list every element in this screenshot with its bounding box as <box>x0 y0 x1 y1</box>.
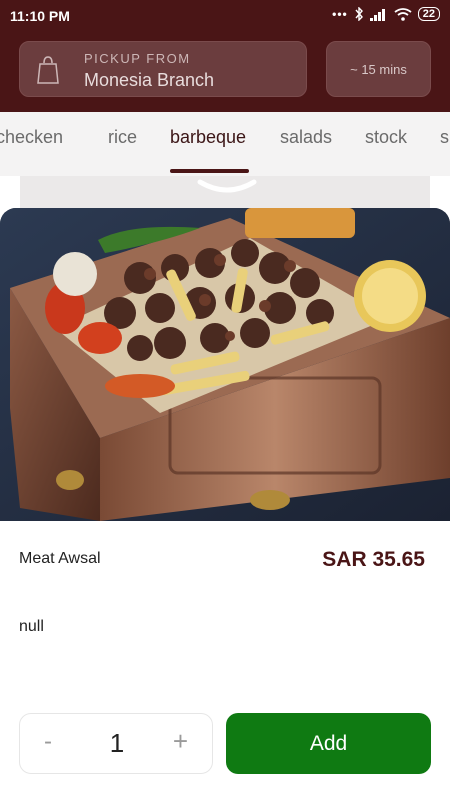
wifi-icon <box>394 7 412 21</box>
tab-rice[interactable]: rice <box>108 127 137 148</box>
status-icons: ••• 22 <box>332 7 440 21</box>
header: 11:10 PM ••• 22 PICKUP FROM Monesia Bran… <box>0 0 450 112</box>
tab-partial[interactable]: s <box>440 127 449 148</box>
active-tab-indicator <box>170 169 249 173</box>
chevron-down-icon[interactable] <box>196 178 258 196</box>
add-button-label: Add <box>309 731 348 755</box>
status-bar: 11:10 PM ••• 22 <box>0 0 450 32</box>
signal-icon <box>369 8 385 21</box>
item-name: Meat Awsal <box>19 550 101 567</box>
tab-stock[interactable]: stock <box>365 127 407 148</box>
tab-barbeque[interactable]: barbeque <box>170 127 246 148</box>
category-tabs: checken rice barbeque salads stock s <box>0 112 450 176</box>
eta-text: ~ 15 mins <box>350 61 407 77</box>
shopping-bag-icon <box>37 56 59 84</box>
branch-name: Monesia Branch <box>84 70 215 90</box>
bluetooth-icon <box>355 7 363 21</box>
pickup-branch-selector[interactable]: PICKUP FROM Monesia Branch <box>19 41 307 97</box>
product-image <box>0 208 450 521</box>
tab-salads[interactable]: salads <box>280 127 332 148</box>
item-description: null <box>19 618 44 635</box>
status-time: 11:10 PM <box>10 8 70 24</box>
eta-selector[interactable]: ~ 15 mins <box>326 41 431 97</box>
pickup-label: PICKUP FROM <box>84 51 191 66</box>
increment-button[interactable]: + <box>173 726 188 757</box>
battery-icon: 22 <box>417 7 440 21</box>
add-button[interactable]: Add <box>226 713 431 774</box>
quantity-stepper: - 1 + <box>19 713 213 774</box>
item-price: SAR 35.65 <box>322 548 425 571</box>
notification-dots-icon: ••• <box>332 7 348 21</box>
tab-checken[interactable]: checken <box>0 127 63 148</box>
